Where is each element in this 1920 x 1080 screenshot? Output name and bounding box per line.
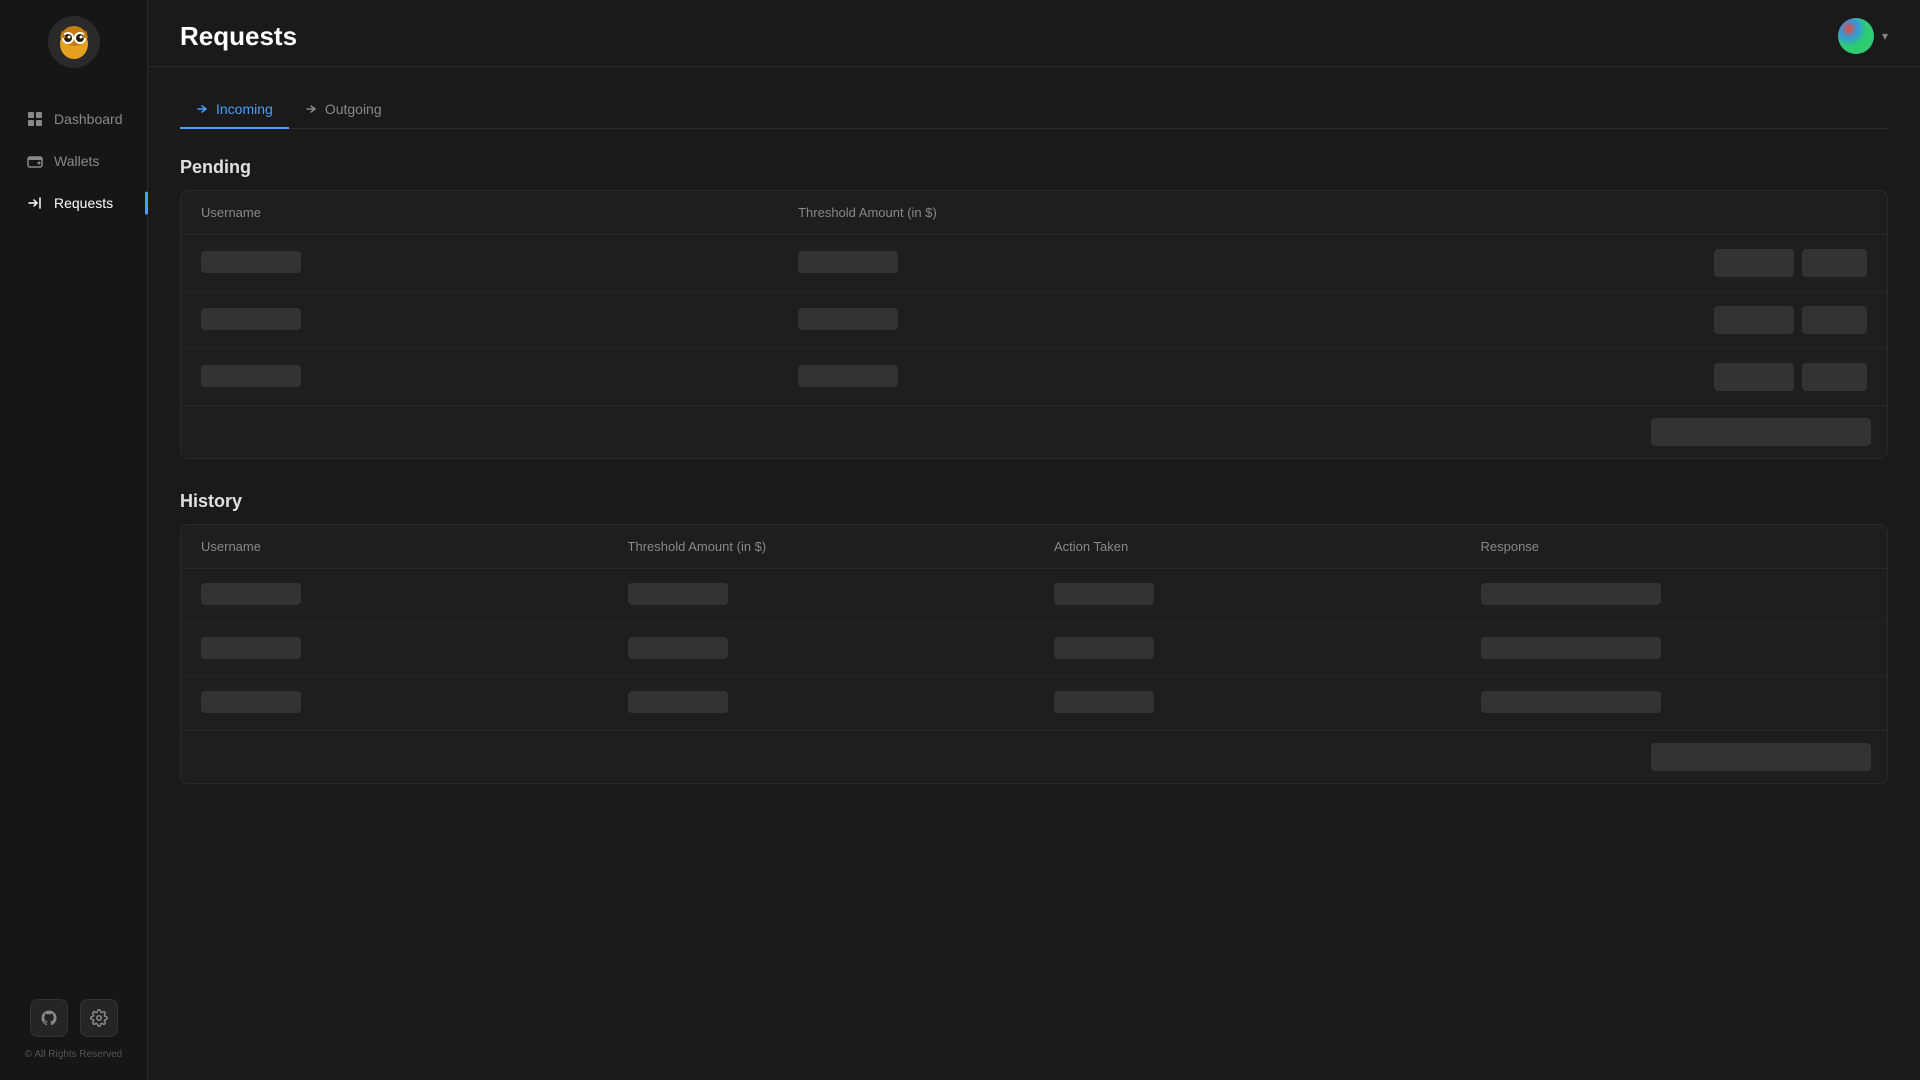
- table-row: [181, 623, 1887, 677]
- main-content: Requests ▾: [148, 0, 1920, 1080]
- sidebar-nav: Dashboard Wallets Requests: [0, 100, 147, 222]
- user-profile-button[interactable]: ▾: [1838, 18, 1888, 54]
- pending-row1-action1[interactable]: [1714, 249, 1794, 277]
- history-row1-response: [1461, 569, 1888, 623]
- pending-col-actions: [1460, 191, 1887, 235]
- table-row: [181, 349, 1887, 406]
- content-area: Incoming Outgoing Pending Username: [148, 67, 1920, 1080]
- chevron-down-icon: ▾: [1882, 29, 1888, 43]
- table-row: [181, 235, 1887, 292]
- history-heading: History: [180, 491, 1888, 512]
- history-row2-response: [1461, 623, 1888, 677]
- tab-outgoing-label: Outgoing: [325, 101, 382, 117]
- pending-heading: Pending: [180, 157, 1888, 178]
- history-row3-threshold: [608, 677, 1035, 731]
- history-row1-action: [1034, 569, 1461, 623]
- user-avatar: [1838, 18, 1874, 54]
- outgoing-tab-icon: [305, 102, 319, 116]
- table-row: [181, 569, 1887, 623]
- pending-row3-action2[interactable]: [1802, 363, 1867, 391]
- pending-row2-threshold: [778, 292, 1460, 349]
- pending-row3-action1[interactable]: [1714, 363, 1794, 391]
- sidebar-bottom-icons: [30, 999, 118, 1037]
- history-row2-username: [181, 623, 608, 677]
- history-col-username: Username: [181, 525, 608, 569]
- wallets-icon: [26, 152, 44, 170]
- pending-row2-action1[interactable]: [1714, 306, 1794, 334]
- pending-pagination: [181, 405, 1887, 458]
- requests-icon: [26, 194, 44, 212]
- sidebar-item-wallets-label: Wallets: [54, 153, 99, 169]
- table-row: [181, 677, 1887, 731]
- sidebar-item-dashboard-label: Dashboard: [54, 111, 123, 127]
- table-row: [181, 292, 1887, 349]
- pending-row1-threshold: [778, 235, 1460, 292]
- sidebar: Dashboard Wallets Requests: [0, 0, 148, 1080]
- sidebar-item-requests[interactable]: Requests: [8, 184, 139, 222]
- pending-row1-actions: [1460, 235, 1887, 292]
- pending-row2-actions: [1460, 292, 1887, 349]
- header: Requests ▾: [148, 0, 1920, 67]
- sidebar-item-wallets[interactable]: Wallets: [8, 142, 139, 180]
- settings-button[interactable]: [80, 999, 118, 1037]
- github-button[interactable]: [30, 999, 68, 1037]
- tab-incoming[interactable]: Incoming: [180, 91, 289, 129]
- incoming-tab-icon: [196, 102, 210, 116]
- pending-row2-action2[interactable]: [1802, 306, 1867, 334]
- tab-outgoing[interactable]: Outgoing: [289, 91, 398, 129]
- history-row2-action: [1034, 623, 1461, 677]
- history-table: Username Threshold Amount (in $) Action …: [181, 525, 1887, 730]
- history-row3-username: [181, 677, 608, 731]
- copyright-text: © All Rights Reserved: [25, 1049, 122, 1060]
- tab-incoming-label: Incoming: [216, 101, 273, 117]
- history-row2-threshold: [608, 623, 1035, 677]
- history-pagination: [181, 730, 1887, 783]
- sidebar-item-requests-label: Requests: [54, 195, 113, 211]
- pending-row3-username: [181, 349, 778, 406]
- history-row1-username: [181, 569, 608, 623]
- pending-table: Username Threshold Amount (in $): [181, 191, 1887, 405]
- pending-pagination-skeleton[interactable]: [1651, 418, 1871, 446]
- sidebar-item-dashboard[interactable]: Dashboard: [8, 100, 139, 138]
- history-row3-action: [1034, 677, 1461, 731]
- history-col-action-taken: Action Taken: [1034, 525, 1461, 569]
- history-col-response: Response: [1461, 525, 1888, 569]
- history-pagination-skeleton[interactable]: [1651, 743, 1871, 771]
- pending-col-username: Username: [181, 191, 778, 235]
- pending-row3-actions: [1460, 349, 1887, 406]
- sidebar-bottom: © All Rights Reserved: [0, 999, 147, 1080]
- pending-col-threshold: Threshold Amount (in $): [778, 191, 1460, 235]
- pending-row3-threshold: [778, 349, 1460, 406]
- pending-row1-action2[interactable]: [1802, 249, 1867, 277]
- dashboard-icon: [26, 110, 44, 128]
- pending-table-container: Username Threshold Amount (in $): [180, 190, 1888, 459]
- tabs-container: Incoming Outgoing: [180, 91, 1888, 129]
- app-logo: [48, 16, 100, 68]
- history-table-container: Username Threshold Amount (in $) Action …: [180, 524, 1888, 784]
- page-title: Requests: [180, 21, 297, 52]
- pending-row2-username: [181, 292, 778, 349]
- history-col-threshold: Threshold Amount (in $): [608, 525, 1035, 569]
- history-row3-response: [1461, 677, 1888, 731]
- pending-row1-username: [181, 235, 778, 292]
- history-row1-threshold: [608, 569, 1035, 623]
